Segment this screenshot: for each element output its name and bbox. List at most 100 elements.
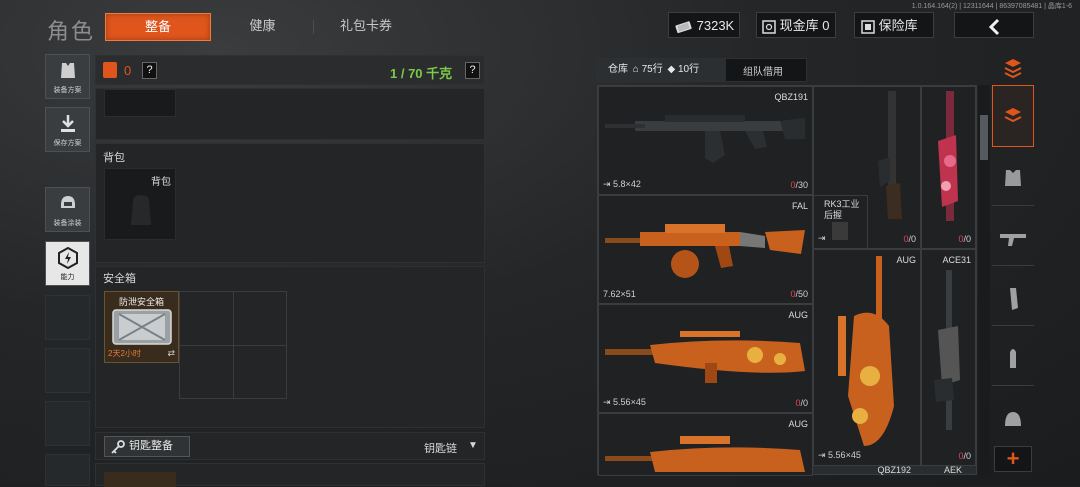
safe-storage-button[interactable]: 保险库 bbox=[854, 12, 934, 38]
swap-icon: ⇄ bbox=[167, 348, 175, 358]
ammo-max: /50 bbox=[795, 289, 808, 299]
tag-rows: 10行 bbox=[678, 64, 700, 75]
key-chain-label[interactable]: 钥匙链 bbox=[424, 440, 457, 456]
weapon-card-qbz191[interactable]: QBZ191 ⇥ 5.8×42 0/30 bbox=[598, 86, 813, 195]
count-help-button[interactable]: ? bbox=[142, 62, 157, 79]
home-icon: ⌂ bbox=[632, 64, 639, 75]
safe-section-title: 安全箱 bbox=[103, 273, 136, 285]
empty-nav-slot bbox=[45, 295, 90, 340]
category-helmet[interactable] bbox=[992, 390, 1034, 446]
key-loadout-button[interactable]: 钥匙整备 bbox=[104, 436, 190, 457]
ability-button[interactable]: 能力 bbox=[45, 241, 90, 286]
weapon-card-fal[interactable]: FAL 7.62×51 0/50 bbox=[598, 195, 813, 304]
safe-box-item[interactable]: 防泄安全箱 2天2小时 ⇄ bbox=[104, 291, 179, 363]
category-rifle[interactable] bbox=[992, 210, 1034, 266]
ammo-count: 0/0 bbox=[903, 234, 916, 244]
ammo-max: /0 bbox=[963, 234, 971, 244]
lower-panel bbox=[95, 463, 485, 487]
helmet-icon bbox=[1005, 412, 1021, 426]
lower-item-slot[interactable] bbox=[104, 472, 176, 487]
category-armor[interactable] bbox=[992, 150, 1034, 206]
weapon-card-aek[interactable]: AEK bbox=[921, 465, 976, 476]
cash-storage-label: 现金库 0 bbox=[779, 18, 830, 33]
safe-box-icon bbox=[112, 309, 172, 345]
scrollbar-thumb[interactable] bbox=[980, 115, 988, 160]
armor-slot[interactable] bbox=[104, 89, 176, 117]
tab-loadout[interactable]: 整备 bbox=[105, 13, 211, 41]
category-refresh-button[interactable] bbox=[992, 55, 1034, 83]
tag-icon: ◆ bbox=[667, 64, 676, 75]
weapon-name: QBZ192 bbox=[877, 465, 911, 475]
weapon-name: ACE31 bbox=[942, 255, 971, 265]
home-rows: 75行 bbox=[641, 64, 663, 75]
rifle-black-icon bbox=[878, 91, 902, 219]
save-plan-button[interactable]: 保存方案 bbox=[45, 107, 90, 152]
storage-scrollbar[interactable] bbox=[978, 85, 990, 475]
vest-icon bbox=[60, 63, 75, 78]
weight-capacity: 1 / 70 千克 bbox=[390, 66, 453, 81]
key-icon bbox=[111, 440, 125, 454]
weight-help-button[interactable]: ? bbox=[465, 62, 480, 79]
weapon-card-aug[interactable]: AUG ⇥ 5.56×45 0/0 bbox=[598, 304, 813, 413]
all-items-icon bbox=[1004, 108, 1022, 123]
page-title: 角色 bbox=[47, 19, 96, 44]
equipment-skin-button[interactable]: 装备涂装 bbox=[45, 187, 90, 232]
money-icon bbox=[675, 20, 692, 33]
plus-icon: + bbox=[1006, 446, 1020, 471]
add-category-button[interactable]: + bbox=[994, 446, 1032, 472]
download-icon bbox=[60, 115, 75, 132]
safe-box-name: 防泄安全箱 bbox=[118, 297, 164, 307]
key-row: 钥匙整备 钥匙链 ▼ bbox=[95, 432, 485, 460]
weapon-caliber: ⇥ 5.56×45 bbox=[603, 397, 646, 407]
currency-amount: 7323K bbox=[696, 18, 735, 33]
vertical-weapon-slot-pink[interactable]: 0/0 bbox=[921, 86, 976, 249]
rifle-aug-orange-icon bbox=[605, 331, 805, 383]
ability-icon bbox=[57, 246, 78, 270]
caliber-text: 5.56×45 bbox=[828, 450, 861, 460]
loadout-header: 0 ? 1 / 70 千克 ? bbox=[95, 55, 485, 85]
stack-refresh-icon bbox=[1004, 59, 1022, 79]
ammo-count: 0/0 bbox=[795, 398, 808, 408]
ammo-count: 0/50 bbox=[790, 289, 808, 299]
weapon-name: AEK bbox=[943, 465, 962, 475]
safe-box-panel: 安全箱 防泄安全箱 2天2小时 ⇄ bbox=[95, 266, 485, 428]
backpack-slot[interactable]: 背包 bbox=[104, 168, 176, 240]
storage-grid: QBZ191 ⇥ 5.8×42 0/30 0/0 0/0 FAL 7.62×51… bbox=[597, 85, 977, 476]
chevron-down-icon[interactable]: ▼ bbox=[468, 440, 478, 451]
storage-header: 仓库 ⌂ 75行 ◆ 10行 组队借用 bbox=[597, 58, 807, 82]
grip-icon bbox=[832, 222, 848, 240]
rifle-qbz191-icon bbox=[605, 115, 805, 163]
category-ammo[interactable] bbox=[992, 330, 1034, 386]
category-all[interactable] bbox=[992, 85, 1034, 147]
caliber-text: 5.56×45 bbox=[613, 397, 646, 407]
ability-label: 能力 bbox=[60, 274, 75, 281]
weapon-card-ace31[interactable]: ACE31 0/0 bbox=[921, 249, 976, 466]
cash-storage-button[interactable]: 现金库 0 bbox=[756, 12, 836, 38]
tab-gift-coupons[interactable]: 礼包卡券 bbox=[320, 13, 412, 39]
ammo-count: 0/0 bbox=[958, 451, 971, 461]
ammo-max: /0 bbox=[908, 234, 916, 244]
backpack-slot-label: 背包 bbox=[151, 177, 171, 188]
tab-team-borrow[interactable]: 组队借用 bbox=[743, 63, 783, 78]
attachment-card-rk3[interactable]: RK3工业后握 ⇥ bbox=[813, 195, 868, 249]
backpack-silhouette-icon bbox=[131, 195, 151, 225]
ammo-count: 0/0 bbox=[958, 234, 971, 244]
back-button[interactable] bbox=[954, 12, 1034, 38]
backpack-weight-icon bbox=[103, 62, 117, 78]
weapon-card-aug-vertical[interactable]: AUG ⇥ 5.56×45 bbox=[813, 249, 921, 466]
tab-health[interactable]: 健康 bbox=[215, 13, 310, 39]
category-magazine[interactable] bbox=[992, 270, 1034, 326]
currency-box[interactable]: 7323K bbox=[668, 12, 740, 38]
rifle-aug-orange-icon bbox=[605, 436, 805, 472]
rifle-pink-icon bbox=[938, 91, 958, 221]
weapon-name: AUG bbox=[788, 310, 808, 320]
ammo-max: /0 bbox=[800, 398, 808, 408]
weapon-caliber: ⇥ 5.56×45 bbox=[818, 450, 861, 460]
weapon-card-aug-2[interactable]: AUG bbox=[598, 413, 813, 476]
weapon-card-qbz192[interactable]: QBZ192 bbox=[813, 465, 921, 476]
loadout-plan-label: 装备方案 bbox=[53, 87, 82, 94]
ammo-max: /30 bbox=[795, 180, 808, 190]
loadout-plan-button[interactable]: 装备方案 bbox=[45, 54, 90, 99]
vault-icon bbox=[861, 19, 875, 34]
tab-warehouse[interactable]: 仓库 ⌂ 75行 ◆ 10行 bbox=[598, 59, 726, 81]
